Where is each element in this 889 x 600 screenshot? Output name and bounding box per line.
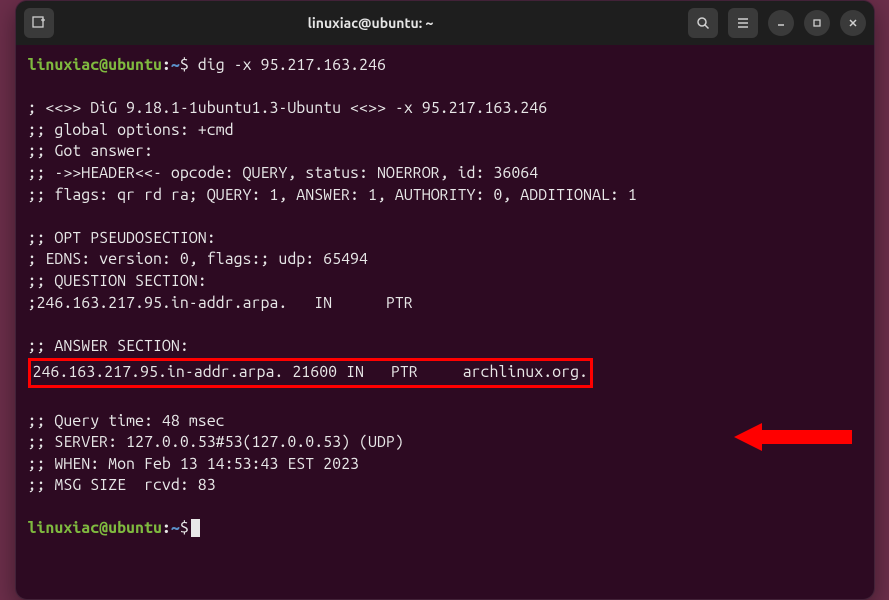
window-title: linuxiac@ubuntu: ~ [308,15,434,31]
maximize-button[interactable] [804,10,830,36]
prompt-path: ~ [171,519,180,537]
menu-button[interactable] [728,8,758,38]
new-tab-icon [32,16,46,30]
prompt-colon: : [162,519,171,537]
terminal-body[interactable]: linuxiac@ubuntu:~$ dig -x 95.217.163.246… [16,45,874,599]
prompt-path: ~ [171,56,180,74]
output-line: ;; ->>HEADER<<- opcode: QUERY, status: N… [28,164,539,182]
hamburger-icon [736,16,750,30]
output-line: ;; global options: +cmd [28,121,234,139]
output-line: ;; OPT PSEUDOSECTION: [28,229,216,247]
prompt-symbol: $ [180,519,189,537]
answer-line: 246.163.217.95.in-addr.arpa. 21600 IN PT… [33,363,589,381]
output-line: ;; Query time: 48 msec [28,412,225,430]
prompt-userhost: linuxiac@ubuntu [28,519,162,537]
output-line: ;; MSG SIZE rcvd: 83 [28,476,216,494]
prompt-colon: : [162,56,171,74]
prompt-symbol: $ [180,56,189,74]
terminal-window: linuxiac@ubuntu: ~ linuxiac@ubuntu:~$ di… [15,0,875,600]
prompt-userhost: linuxiac@ubuntu [28,56,162,74]
output-line: ; <<>> DiG 9.18.1-1ubuntu1.3-Ubuntu <<>>… [28,99,548,117]
close-button[interactable] [840,10,866,36]
arrow-shaft [762,430,852,444]
command-text: dig -x 95.217.163.246 [198,56,386,74]
output-line: ;; flags: qr rd ra; QUERY: 1, ANSWER: 1,… [28,186,637,204]
search-icon [696,16,710,30]
output-line: ;; QUESTION SECTION: [28,272,207,290]
arrow-head-icon [734,423,762,451]
output-line: ;; Got answer: [28,142,153,160]
output-line: ;246.163.217.95.in-addr.arpa. IN PTR [28,294,413,312]
close-icon [848,18,858,28]
new-tab-button[interactable] [24,8,54,38]
answer-highlight: 246.163.217.95.in-addr.arpa. 21600 IN PT… [28,358,594,388]
output-line: ;; WHEN: Mon Feb 13 14:53:43 EST 2023 [28,455,360,473]
minimize-icon [776,18,786,28]
minimize-button[interactable] [768,10,794,36]
cursor [191,519,200,537]
annotation-arrow [734,423,852,451]
maximize-icon [812,18,822,28]
output-line: ; EDNS: version: 0, flags:; udp: 65494 [28,250,368,268]
output-line: ;; ANSWER SECTION: [28,337,189,355]
titlebar: linuxiac@ubuntu: ~ [16,1,874,45]
output-line: ;; SERVER: 127.0.0.53#53(127.0.0.53) (UD… [28,433,404,451]
search-button[interactable] [688,8,718,38]
